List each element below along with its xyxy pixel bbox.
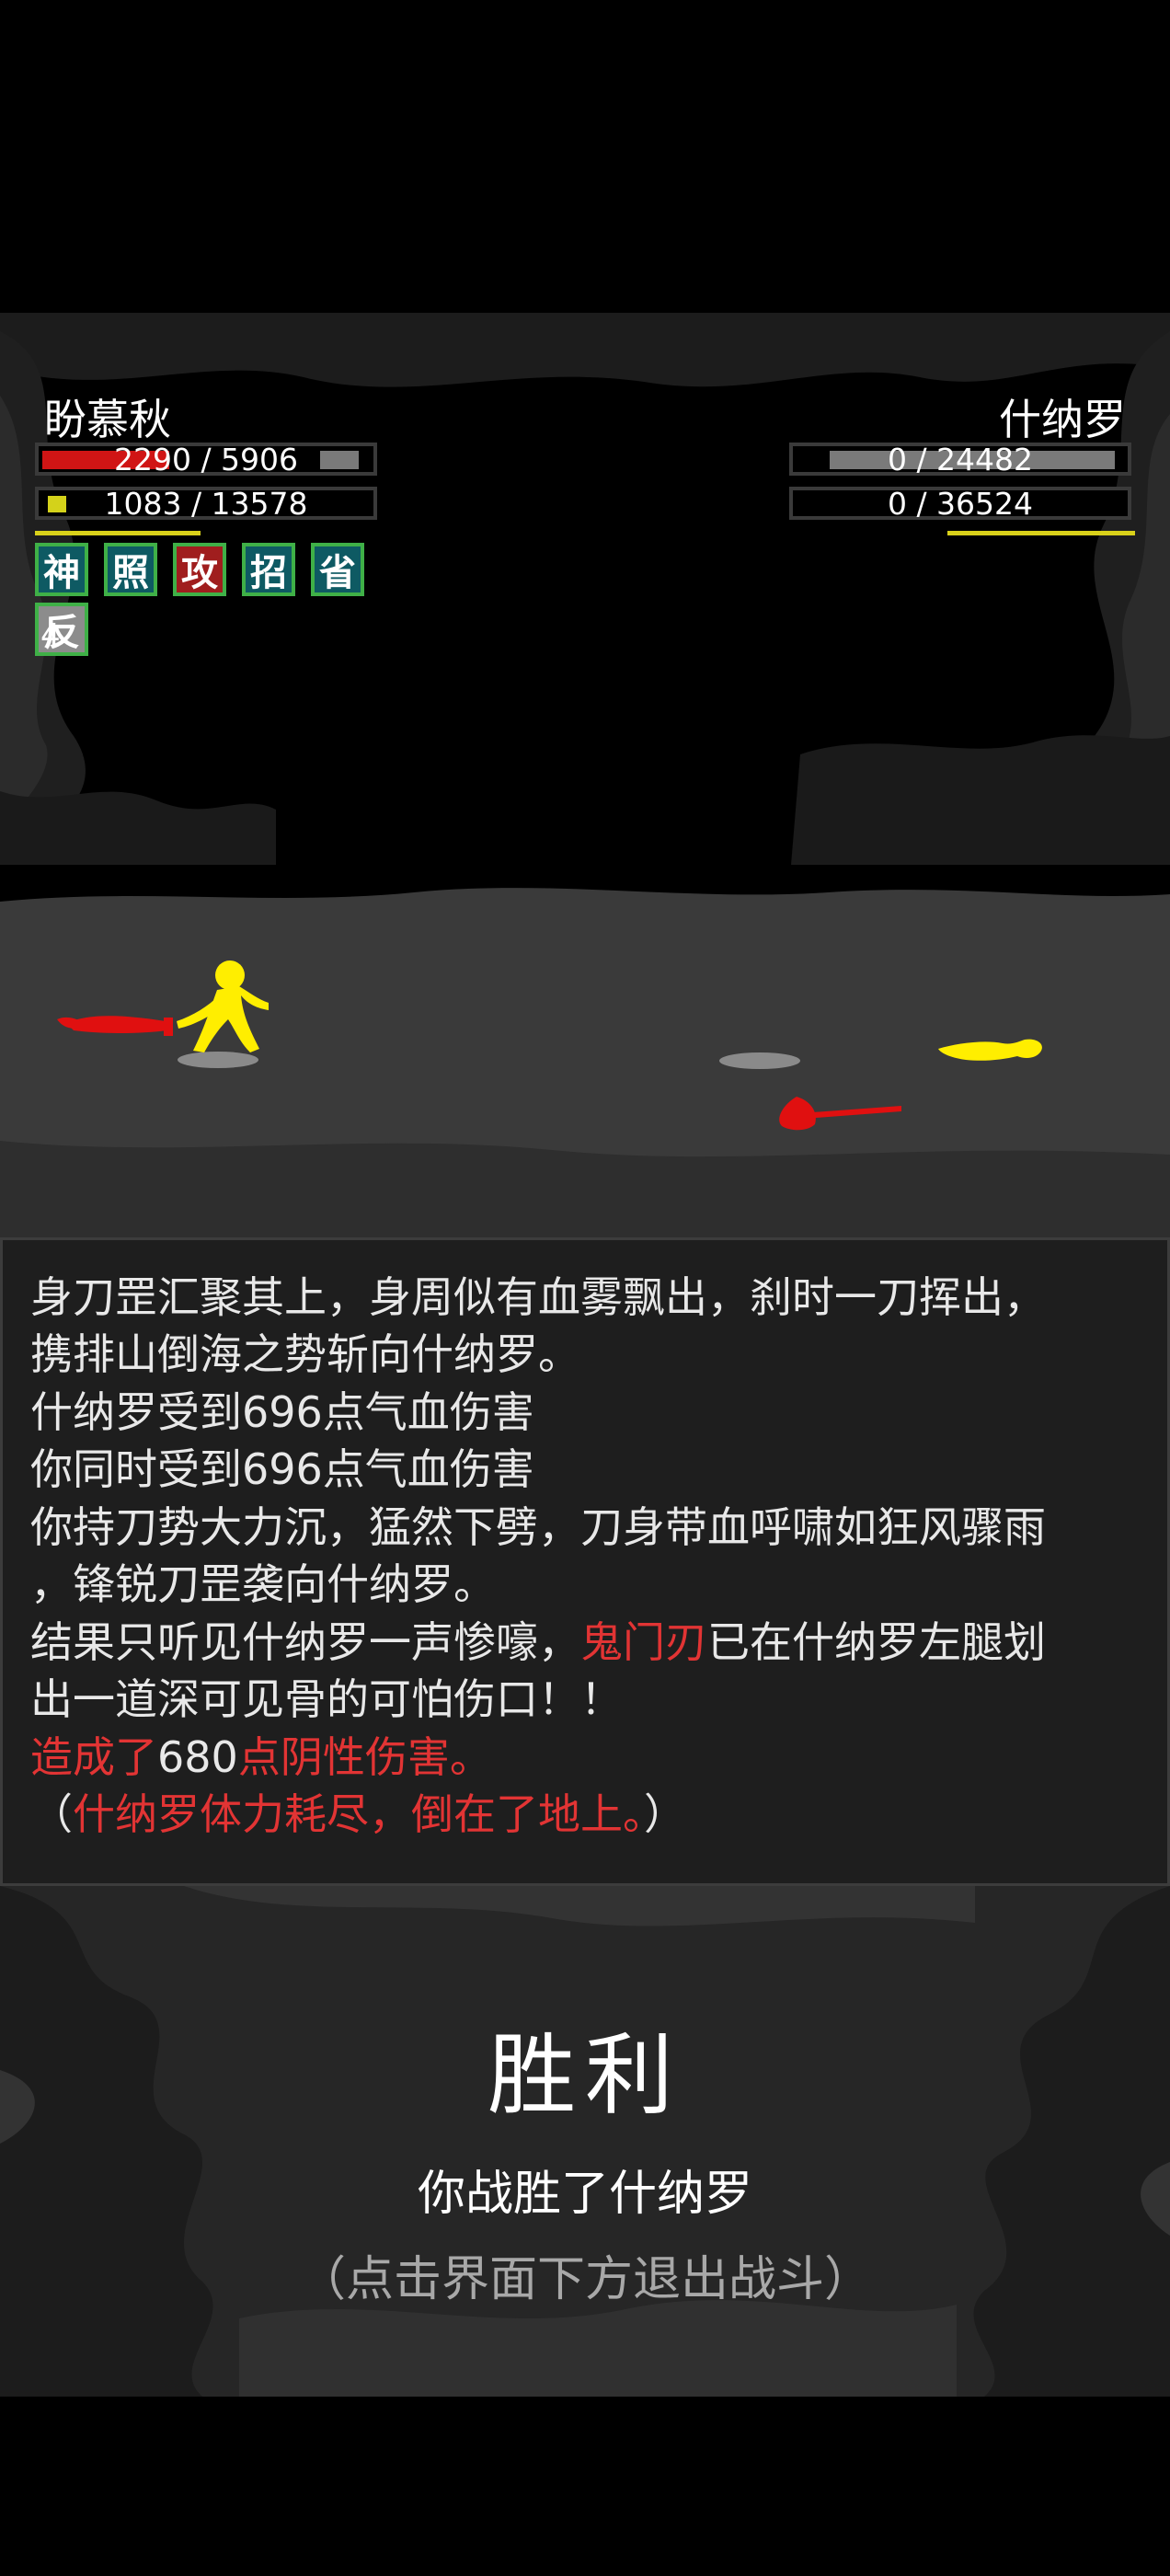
log-line: 出一道深可见骨的可怕伤口！！ [30, 1674, 623, 1724]
log-line: 造成了680点阴性伤害。 [30, 1729, 1141, 1787]
log-text: （ [30, 1789, 73, 1839]
battle-scene: 盼慕秋 2290 / 5906 1083 / 13578 神 照 攻 招 省 反… [0, 313, 1170, 1237]
skill-zhao2-button[interactable]: 招 [242, 543, 295, 596]
player-mp-bar: 1083 / 13578 [35, 486, 377, 522]
skill-cooldown: 4 [40, 617, 61, 654]
log-line: ，锋锐刀罡袭向什纳罗。 [30, 1559, 496, 1609]
log-line: 身刀罡汇聚其上，身周似有血雾飘出，刹时一刀挥出， [30, 1271, 1046, 1322]
log-line: 携排山倒海之势斩向什纳罗。 [30, 1329, 580, 1379]
player-name: 盼慕秋 [44, 395, 171, 444]
victory-title: 胜利 [488, 2024, 682, 2127]
enemy-mp-bar: 0 / 36524 [789, 486, 1131, 522]
enemy-mp-text: 0 / 36524 [887, 486, 1034, 522]
player-character [57, 960, 269, 1068]
enemy-name: 什纳罗 [999, 395, 1126, 444]
log-text: 结果只听见什纳罗一声惨嚎， [30, 1616, 580, 1667]
enemy-hp-bar: 0 / 24482 [789, 442, 1131, 477]
skill-shen-button[interactable]: 神 [35, 543, 88, 596]
log-line: 什纳罗受到696点气血伤害 [30, 1386, 534, 1437]
enemy-character [719, 1039, 1042, 1131]
smoke-background [0, 1886, 1170, 2397]
player-energy-line [35, 531, 201, 535]
log-line-cutoff [30, 1240, 1141, 1269]
exit-hint: （点击界面下方退出战斗） [297, 2252, 872, 2307]
log-text: 什纳罗体力耗尽，倒在了地上。 [73, 1789, 644, 1839]
log-line: （什纳罗体力耗尽，倒在了地上。） [30, 1786, 1141, 1844]
player-hp-bar: 2290 / 5906 [35, 442, 377, 477]
battle-log[interactable]: 身刀罡汇聚其上，身周似有血雾飘出，刹时一刀挥出， 携排山倒海之势斩向什纳罗。 什… [0, 1237, 1170, 1886]
log-text: 点阴性伤害。 [237, 1731, 492, 1782]
victory-panel[interactable]: 胜利 你战胜了什纳罗 （点击界面下方退出战斗） [0, 1886, 1170, 2397]
log-text: ） [644, 1789, 686, 1839]
damage-value: 680 [157, 1731, 238, 1782]
skill-bar: 神 照 攻 招 省 [35, 543, 364, 596]
victory-subtitle: 你战胜了什纳罗 [417, 2167, 752, 2222]
log-line: 你持刀势大力沉，猛然下劈，刀身带血呼啸如狂风骤雨 [30, 1501, 1046, 1552]
skill-fan-button[interactable]: 反 4 [35, 603, 88, 656]
player-mp-text: 1083 / 13578 [104, 486, 308, 522]
enemy-hp-text: 0 / 24482 [887, 442, 1034, 477]
enemy-energy-line [947, 531, 1135, 535]
log-text: 已在什纳罗左腿划 [707, 1616, 1046, 1667]
player-hp-text: 2290 / 5906 [113, 442, 299, 477]
log-line: 你同时受到696点气血伤害 [30, 1444, 534, 1494]
log-text: 造成了 [30, 1731, 157, 1782]
skill-gong-button[interactable]: 攻 [173, 543, 226, 596]
skill-zhao-button[interactable]: 照 [104, 543, 157, 596]
log-line: 结果只听见什纳罗一声惨嚎，鬼门刃已在什纳罗左腿划 [30, 1614, 1141, 1672]
weapon-name: 鬼门刃 [580, 1616, 707, 1667]
skill-sheng-button[interactable]: 省 [311, 543, 364, 596]
